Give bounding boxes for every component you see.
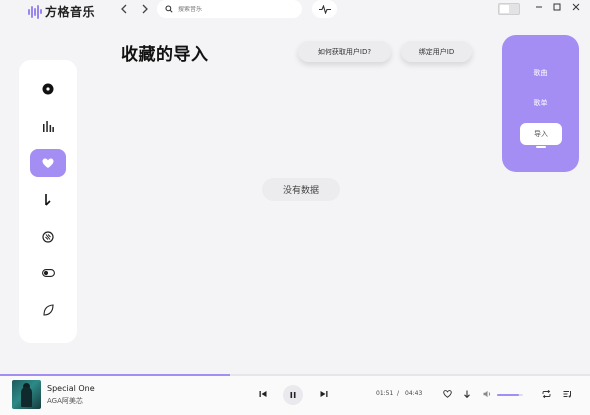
volume-icon bbox=[483, 390, 490, 398]
sidebar-item-settings[interactable] bbox=[30, 259, 66, 287]
sidebar-item-charts[interactable] bbox=[30, 112, 66, 140]
pause-button[interactable] bbox=[283, 385, 303, 405]
panel-item-playlists[interactable]: 歌单 bbox=[502, 98, 579, 108]
volume-slider[interactable] bbox=[497, 394, 523, 396]
logo-waveform-icon bbox=[28, 4, 42, 19]
player-bar: Special One AGA阿美芯 01:51 / 04:43 bbox=[0, 376, 590, 415]
search-icon bbox=[165, 5, 173, 13]
chevron-right-icon bbox=[142, 4, 148, 14]
empty-state: 没有数据 bbox=[262, 178, 340, 201]
theme-toggle[interactable] bbox=[498, 3, 520, 15]
panel-item-import[interactable]: 导入 bbox=[520, 123, 562, 145]
album-cover[interactable] bbox=[12, 380, 41, 409]
search-bar[interactable] bbox=[157, 0, 302, 18]
maximize-icon bbox=[553, 3, 561, 11]
time-separator: / bbox=[397, 390, 400, 397]
title-bar: 方格音乐 bbox=[0, 0, 590, 24]
pulse-icon bbox=[318, 4, 331, 14]
download-icon bbox=[464, 390, 470, 398]
download-button[interactable] bbox=[461, 388, 473, 400]
sidebar-item-about[interactable] bbox=[30, 296, 66, 324]
skip-next-icon bbox=[320, 391, 328, 397]
minimize-icon bbox=[536, 6, 542, 8]
minimize-button[interactable] bbox=[532, 2, 546, 16]
playlist-button[interactable] bbox=[561, 388, 573, 400]
sidebar-item-downloads[interactable] bbox=[30, 186, 66, 214]
import-type-panel: 歌曲 歌单 导入 bbox=[502, 35, 579, 172]
disc-icon bbox=[42, 83, 54, 95]
sliders-icon bbox=[42, 231, 54, 243]
maximize-button[interactable] bbox=[550, 2, 564, 16]
how-to-get-id-button[interactable]: 如何获取用户ID? bbox=[298, 41, 391, 62]
repeat-mode-button[interactable] bbox=[540, 388, 552, 400]
pause-icon bbox=[290, 392, 296, 398]
toggle-icon bbox=[41, 269, 55, 277]
playlist-icon bbox=[563, 391, 571, 398]
heart-icon bbox=[42, 158, 54, 168]
like-button[interactable] bbox=[441, 388, 453, 400]
audio-wave-button[interactable] bbox=[312, 0, 337, 18]
app-logo: 方格音乐 bbox=[28, 3, 95, 20]
close-button[interactable] bbox=[569, 2, 583, 16]
sidebar bbox=[19, 60, 77, 343]
sidebar-item-disc[interactable] bbox=[30, 75, 66, 103]
app-title: 方格音乐 bbox=[45, 5, 96, 19]
total-time: 04:43 bbox=[405, 390, 423, 397]
download-arrow-icon bbox=[45, 193, 51, 206]
heart-outline-icon bbox=[442, 390, 452, 398]
close-icon bbox=[572, 3, 580, 11]
sidebar-item-tools[interactable] bbox=[30, 223, 66, 251]
page-title: 收藏的导入 bbox=[121, 45, 209, 65]
song-title: Special One bbox=[47, 384, 95, 393]
sidebar-item-favorites[interactable] bbox=[30, 149, 66, 177]
previous-button[interactable] bbox=[257, 388, 269, 400]
repeat-icon bbox=[542, 390, 550, 398]
forward-button[interactable] bbox=[137, 3, 153, 19]
next-button[interactable] bbox=[318, 388, 330, 400]
volume-slider-fill bbox=[497, 394, 520, 396]
search-input[interactable] bbox=[178, 5, 288, 13]
active-indicator bbox=[536, 146, 546, 148]
panel-item-songs[interactable]: 歌曲 bbox=[502, 68, 579, 78]
back-button[interactable] bbox=[116, 3, 132, 19]
leaf-icon bbox=[42, 304, 54, 316]
current-time: 01:51 bbox=[376, 390, 394, 397]
chevron-left-icon bbox=[121, 4, 127, 14]
bind-user-id-button[interactable]: 绑定用户ID bbox=[401, 41, 472, 62]
skip-previous-icon bbox=[259, 391, 267, 397]
song-artist[interactable]: AGA阿美芯 bbox=[47, 396, 83, 406]
bar-chart-icon bbox=[43, 121, 54, 132]
volume-button[interactable] bbox=[481, 388, 493, 400]
sun-icon bbox=[500, 5, 509, 13]
